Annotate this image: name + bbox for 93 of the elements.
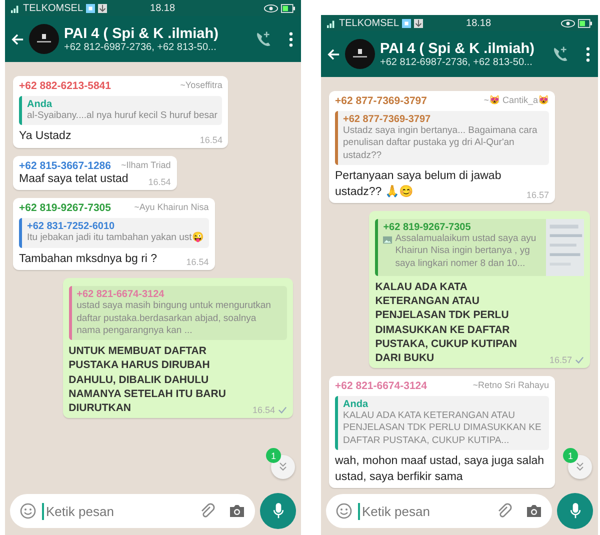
sender-name: ~😻 Cantik_a😻 [484, 95, 550, 107]
message-field[interactable]: Ketik pesan [10, 494, 255, 528]
quoted-message[interactable]: Anda al-Syaibany....al nya huruf kecil S huruf besar [19, 96, 222, 126]
camera-icon[interactable] [526, 504, 542, 518]
group-members: +62 812-6987-2736, +62 813-50... [380, 56, 534, 68]
message-time: 16.54 [252, 405, 275, 416]
battery-icon [578, 18, 592, 28]
sender-name: ~Ilham Triad [120, 160, 171, 172]
sender-number[interactable]: +62 877-7369-3797 [335, 95, 427, 107]
quoted-sender: +62 831-7252-6010 [27, 221, 116, 232]
group-title[interactable]: PAI 4 ( Spi & K .ilmiah) [380, 40, 546, 56]
message-text: UNTUK MEMBUAT DAFTAR PUSTAKA HARUS DIRUBAH DAHULU, DIBALIK DAHULU NAMANYA SETELAH ITU BARU DIURUTKAN [68, 344, 227, 416]
camera-icon[interactable] [229, 504, 245, 518]
back-arrow-icon[interactable] [11, 32, 24, 46]
emoji-icon[interactable] [20, 503, 36, 519]
photo-icon [383, 236, 392, 244]
message-bubble[interactable]: +62 815-3667-1286 ~Ilham Triad Maaf saya telat ustad 16.54 [13, 156, 177, 190]
quoted-message[interactable]: +62 821-6674-3124 ustad saya masih bingung untuk mengurutkan daftar pustaka.berdasarkan abjad, soalnya nama pengarangnya kan ... [68, 286, 287, 340]
quoted-message[interactable]: +62 831-7252-6010 Itu jebakan jadi itu tambahan yakan ust😜 [19, 218, 209, 248]
group-members: +62 812-6987-2736, +62 813-50... [64, 42, 218, 52]
message-time: 16.57 [549, 355, 572, 366]
quoted-text: Ustadz saya ingin bertanya... Bagaimana cara penulisan daftar pustaka yg dri Al-Qur'an ustadz?? [343, 125, 538, 162]
sender-number[interactable]: +62 821-6674-3124 [335, 380, 427, 392]
message-bubble[interactable]: +62 882-6213-5841 ~Yoseffitra Anda al-Syaibany....al nya huruf kecil S huruf besar Ya Ustadz 16.54 [13, 76, 228, 148]
battery-icon [281, 4, 295, 12]
sender-name: ~Ayu Khairun Nisa [134, 202, 209, 214]
menu-icon[interactable] [289, 32, 293, 46]
microphone-button[interactable] [557, 493, 593, 529]
quoted-sender: Anda [27, 99, 54, 110]
message-text: Ya Ustadz [19, 129, 72, 144]
message-bubble[interactable]: +62 819-9267-7305 ~Ayu Khairun Nisa +62 831-7252-6010 Itu jebakan jadi itu tambahan yakan ust😜 Tambahan mksdnya bg ri ? 16.54 [13, 198, 215, 270]
quoted-text: al-Syaibany....al nya huruf kecil S huruf besar [27, 110, 218, 122]
sender-number[interactable]: +62 819-9267-7305 [19, 202, 111, 214]
message-time: 16.54 [200, 134, 222, 145]
message-time: 16.54 [186, 257, 209, 268]
clock: 18.18 [466, 18, 492, 28]
double-chevron-icon [575, 462, 585, 472]
quoted-text: Assalamualaikum ustad saya ayu Khairun Nisa ingin bertanya , yg saya lingkari nomer 8 dan 10... [395, 233, 538, 270]
message-field[interactable]: Ketik pesan [326, 494, 552, 528]
message-text: Tambahan mksdnya bg ri ? [19, 252, 158, 267]
quoted-sender: +62 821-6674-3124 [76, 289, 166, 300]
quoted-sender: Anda [343, 399, 370, 410]
sender-name: ~Retno Sri Rahayu [472, 380, 550, 392]
double-chevron-icon [278, 462, 288, 472]
unread-badge: 1 [266, 448, 281, 463]
notification-icon [402, 18, 412, 28]
paperclip-icon[interactable] [199, 503, 215, 519]
quoted-message[interactable]: +62 877-7369-3797 Ustadz saya ingin bertanya... Bagaimana cara penulisan daftar pustaka yg dri Al-Qur'an ustadz?? [335, 111, 550, 166]
menu-icon[interactable] [586, 46, 590, 62]
sender-number[interactable]: +62 815-3667-1286 [19, 160, 111, 172]
message-bubble[interactable]: +62 877-7369-3797 ~😻 Cantik_a😻 +62 877-7369-3797 Ustadz saya ingin bertanya... Bagaimana cara penulisan daftar pustaka yg dri Al-Qur'an ustadz?? Pertanyaan saya belum di jawab ustadz?? 🙏😊 16.57 [329, 91, 556, 204]
emoji-icon[interactable] [336, 503, 352, 519]
message-text: Maaf saya telat ustad [19, 172, 130, 187]
message-bubble[interactable] [369, 211, 590, 368]
clock: 18.18 [150, 2, 176, 14]
quoted-text: ustad saya masih bingung untuk mengurutkan daftar pustaka.berdasarkan abjad, soalnya nama pengarangnya kan ... [76, 300, 272, 338]
add-call-icon[interactable] [254, 30, 272, 48]
add-call-icon[interactable] [551, 45, 569, 63]
microphone-icon [272, 503, 284, 519]
message-bubble[interactable] [62, 278, 293, 418]
sender-number[interactable]: +62 882-6213-5841 [19, 80, 111, 92]
unread-badge: 1 [563, 448, 578, 463]
message-input[interactable]: Ketik pesan [42, 502, 193, 520]
quoted-sender: +62 877-7369-3797 [343, 114, 432, 125]
message-time: 16.57 [526, 190, 550, 200]
carrier-name: TELKOMSEL [23, 2, 84, 14]
message-text: Pertanyaan saya belum di jawab ustadz?? 🙏😊 [335, 169, 502, 200]
microphone-button[interactable] [260, 493, 296, 529]
sender-name: ~Yoseffitra [180, 80, 222, 92]
signal-icon [327, 18, 336, 28]
message-text: KALAU ADA KATA KETERANGAN ATAU PENJELASAN TDK PERLU DIMASUKKAN KE DAFTAR PUSTAKA, CUKUP KUTIPAN DARI BUKU [375, 280, 518, 366]
signal-icon [11, 4, 20, 12]
group-avatar[interactable] [29, 24, 59, 54]
message-input[interactable]: Ketik pesan [358, 502, 490, 520]
group-avatar[interactable] [345, 39, 375, 69]
eye-icon [264, 4, 278, 12]
eye-icon [561, 18, 575, 28]
message-text: wah, mohon maaf ustad, saya juga salah ustad, saya berfikir sama [335, 454, 546, 485]
group-title[interactable]: PAI 4 ( Spi & K .ilmiah) [64, 26, 249, 42]
download-icon [414, 18, 424, 28]
message-time: 16.54 [148, 177, 171, 188]
quoted-message[interactable]: Anda KALAU ADA KATA KETERANGAN ATAU PENJELASAN TDK PERLU DIMASUKKAN KE DAFTAR PUSTAKA, CUKUP KUTIPA... [335, 396, 550, 450]
quoted-text: Itu jebakan jadi itu tambahan yakan ust😜 [27, 232, 204, 245]
microphone-icon [570, 503, 580, 519]
back-arrow-icon[interactable] [327, 48, 340, 60]
notification-icon [86, 4, 96, 12]
message-bubble[interactable] [329, 376, 556, 488]
paperclip-icon[interactable] [496, 503, 512, 519]
carrier-name: TELKOMSEL [339, 18, 400, 28]
quoted-message[interactable]: +62 819-9267-7305 Assalamualaikum ustad saya ayu Khairun Nisa ingin bertanya , yg saya lingkari nomer 8 dan 10... [375, 219, 584, 276]
download-icon [98, 4, 108, 12]
quoted-text: KALAU ADA KATA KETERANGAN ATAU PENJELASAN TDK PERLU DIMASUKKAN KE DAFTAR PUSTAKA, CUKUP KUTIPA... [343, 410, 542, 448]
quoted-sender: +62 819-9267-7305 [383, 222, 472, 234]
